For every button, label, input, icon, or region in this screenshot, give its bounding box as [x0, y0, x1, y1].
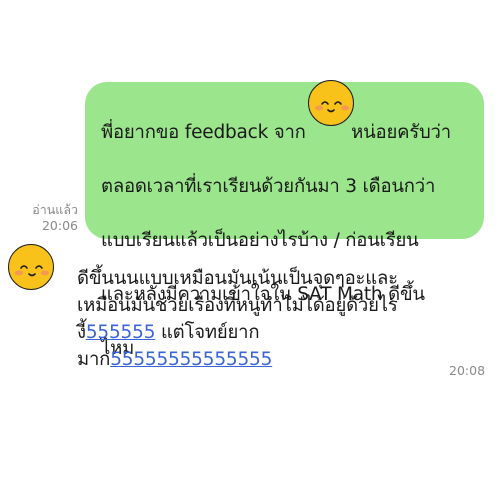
read-receipt: อ่านแล้ว	[32, 202, 78, 217]
incoming-line-4-prefix: มาก	[77, 349, 111, 370]
outgoing-line-3: แบบเรียนแล้วเป็นอย่างไรบ้าง / ก่อนเรียน	[101, 230, 419, 251]
laugh-link-2[interactable]: 55555555555555	[110, 349, 272, 370]
laugh-link-1[interactable]: 555555	[86, 322, 156, 343]
incoming-timestamp: 20:08	[449, 363, 486, 378]
incoming-line-2: เหมือนมันช่วยเรื่องที่หนูทำไม่ได้อยู่ด้ว…	[77, 295, 398, 316]
incoming-line-4: มาก55555555555555	[77, 346, 457, 373]
outgoing-message-meta: อ่านแล้ว 20:06	[32, 202, 78, 234]
incoming-line-3-suffix: แต่โจทย์ยาก	[155, 322, 260, 343]
outgoing-line-1: พี่อยากขอ feedback จาก หน่อยครับว่า	[101, 122, 451, 143]
outgoing-line-2: ตลอดเวลาที่เราเรียนด้วยกันมา 3 เดือนกว่า	[101, 176, 436, 197]
incoming-line-3: งี้555555 แต่โจทย์ยาก	[77, 319, 457, 346]
smiling-face-avatar-icon[interactable]	[8, 244, 54, 290]
incoming-line-1: ดีขึ้นนนแบบเหมือนมันเน้นเป็นจุดๆอะและ	[77, 268, 398, 289]
outgoing-message-bubble[interactable]: พี่อยากขอ feedback จาก หน่อยครับว่า ตลอด…	[85, 82, 484, 359]
incoming-line-3-prefix: งี้	[77, 322, 86, 343]
outgoing-timestamp: 20:06	[41, 218, 78, 233]
incoming-message-text[interactable]: ดีขึ้นนนแบบเหมือนมันเน้นเป็นจุดๆอะและ เห…	[77, 265, 457, 373]
chat-view: พี่อยากขอ feedback จาก หน่อยครับว่า ตลอด…	[0, 0, 500, 500]
smiling-face-emoji-icon	[308, 80, 354, 126]
